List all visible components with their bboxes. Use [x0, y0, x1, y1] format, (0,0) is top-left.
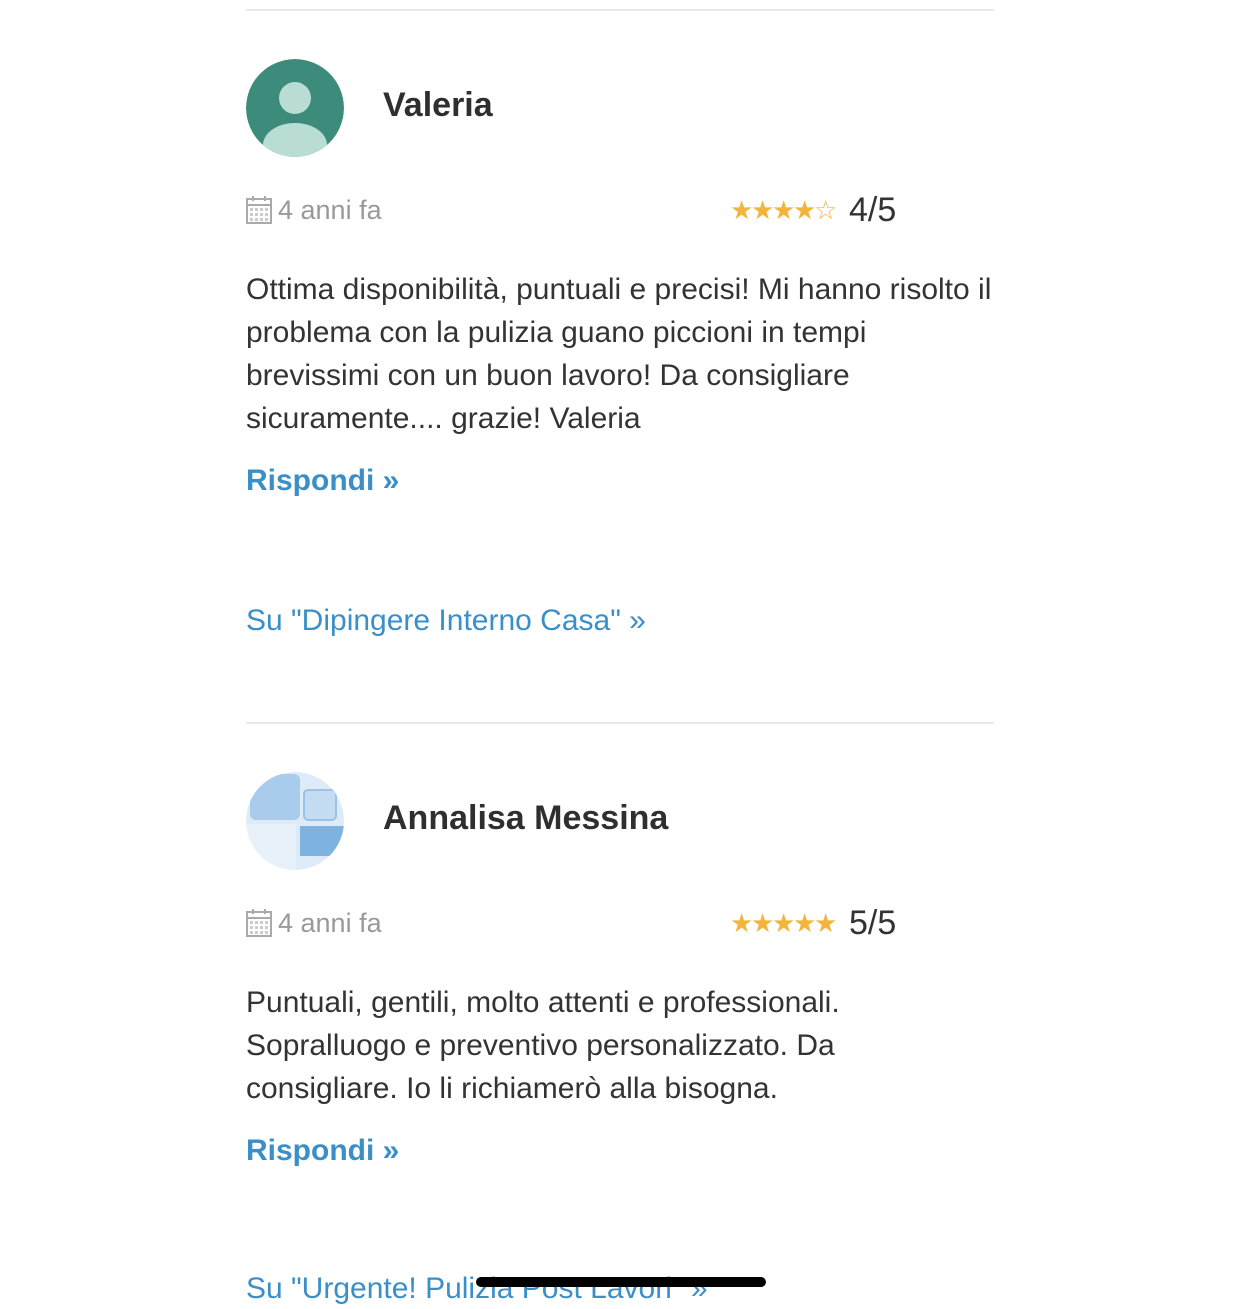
date-text: 4 anni fa [278, 195, 382, 225]
review-date: 4 anni fa [246, 193, 382, 227]
review-body: Ottima disponibilità, puntuali e precisi… [246, 273, 992, 435]
reply-link[interactable]: Rispondi » [246, 461, 399, 501]
pattern-avatar-icon [246, 772, 344, 870]
star-empty-icon: ☆ [814, 195, 838, 225]
home-indicator[interactable] [476, 1277, 766, 1287]
review-divider [246, 722, 994, 724]
star-filled-icon: ★ [751, 908, 775, 938]
star-filled-icon: ★ [751, 195, 775, 225]
stars: ★ ★ ★ ★ ☆ [730, 195, 838, 225]
reviewer-name: Valeria [383, 86, 493, 124]
stars: ★ ★ ★ ★ ★ [730, 908, 838, 938]
star-filled-icon: ★ [793, 195, 817, 225]
star-filled-icon: ★ [730, 908, 754, 938]
default-user-avatar-icon [246, 59, 344, 157]
rating-text: 5/5 [849, 904, 897, 942]
service-link[interactable]: Su "Dipingere Interno Casa" » [246, 601, 646, 641]
star-rating: ★ ★ ★ ★ ☆ 4/5 [730, 190, 896, 230]
service-link[interactable]: Su "Urgente! Pulizia Post Lavori" » [246, 1269, 708, 1309]
reviewer-name: Annalisa Messina [383, 799, 669, 837]
rating-text: 4/5 [849, 191, 897, 229]
star-rating: ★ ★ ★ ★ ★ 5/5 [730, 903, 896, 943]
review-card: Valeria 4 anni fa ★ ★ ★ ★ ☆ 4/5 Ottima d… [246, 59, 994, 659]
calendar-icon [246, 196, 272, 224]
calendar-icon [246, 909, 272, 937]
reply-link[interactable]: Rispondi » [246, 1131, 399, 1171]
review-date: 4 anni fa [246, 906, 382, 940]
star-filled-icon: ★ [772, 195, 796, 225]
star-filled-icon: ★ [793, 908, 817, 938]
star-filled-icon: ★ [772, 908, 796, 938]
top-divider [246, 9, 994, 11]
review-card: Annalisa Messina 4 anni fa ★ ★ ★ ★ ★ 5/5… [246, 772, 994, 1305]
review-body: Puntuali, gentili, molto attenti e profe… [246, 986, 840, 1105]
date-text: 4 anni fa [278, 908, 382, 938]
star-filled-icon: ★ [814, 908, 838, 938]
star-filled-icon: ★ [730, 195, 754, 225]
